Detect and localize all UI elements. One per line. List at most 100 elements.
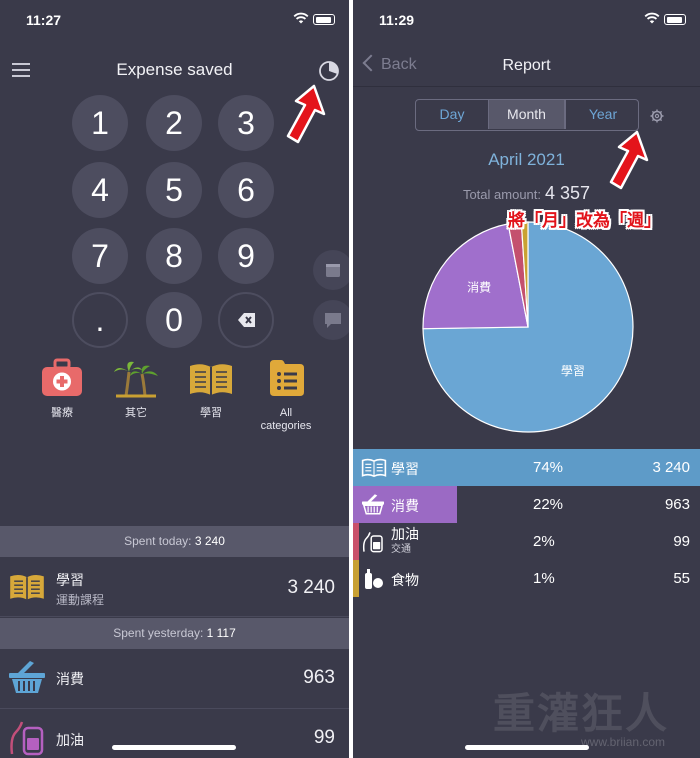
category-other[interactable]: 其它 — [101, 358, 171, 420]
entry-amount: 963 — [303, 667, 335, 688]
list-item[interactable]: 學習 運動課程 3 240 — [0, 557, 349, 617]
pie-chart-icon[interactable] — [318, 60, 340, 82]
home-indicator[interactable] — [112, 745, 236, 750]
row-percent: 22% — [533, 496, 564, 513]
entry-name: 消費 — [56, 671, 84, 687]
key-6[interactable]: 6 — [218, 162, 274, 218]
shopping-basket-icon — [9, 661, 45, 693]
watermark-url: www.briian.com — [581, 735, 666, 749]
list-item[interactable]: 加油 99 — [0, 710, 349, 758]
expense-screen: 11:27 Expense saved 1 2 3 4 5 6 7 8 9 . … — [0, 0, 349, 758]
category-all[interactable]: All categories — [251, 358, 321, 433]
share-bar — [353, 523, 359, 560]
row-name-text: 加油 — [391, 526, 419, 542]
wifi-icon — [293, 12, 309, 24]
key-5[interactable]: 5 — [146, 162, 202, 218]
category-study[interactable]: 學習 — [176, 358, 246, 420]
key-0[interactable]: 0 — [146, 292, 202, 348]
status-bar: 11:29 — [353, 0, 700, 40]
row-percent: 74% — [533, 459, 564, 476]
pie-slice-label: 學習 — [561, 364, 585, 378]
battery-icon — [664, 14, 686, 25]
row-name: 學習 — [391, 461, 419, 477]
row-name: 加油 交通 — [391, 527, 419, 557]
entry-name: 學習 — [56, 572, 84, 588]
key-1[interactable]: 1 — [72, 95, 128, 151]
spent-yesterday-label: Spent yesterday: — [113, 626, 204, 640]
spent-today-label: Spent today: — [124, 534, 192, 548]
page-title: Expense saved — [116, 60, 233, 79]
status-bar: 11:27 — [0, 0, 349, 40]
calendar-button[interactable] — [313, 250, 349, 290]
header-divider — [353, 86, 700, 87]
tab-year[interactable]: Year — [566, 100, 638, 129]
category-medical[interactable]: 醫療 — [27, 358, 97, 420]
total-amount-label: Total amount: — [462, 187, 541, 202]
row-percent: 1% — [533, 570, 555, 587]
report-row[interactable]: 食物 1% 55 — [353, 560, 700, 597]
open-book-icon — [10, 574, 44, 600]
entry-subcategory: 運動課程 — [56, 593, 105, 607]
key-2[interactable]: 2 — [146, 95, 202, 151]
category-label: All categories — [260, 407, 312, 432]
gas-pump-icon — [10, 721, 44, 756]
row-name: 消費 — [391, 498, 419, 514]
page-title: Report — [502, 57, 551, 74]
key-decimal[interactable]: . — [72, 292, 128, 348]
open-book-icon — [190, 364, 232, 395]
entry-name: 加油 — [56, 732, 84, 748]
row-name: 食物 — [391, 572, 419, 588]
wifi-icon — [644, 12, 660, 24]
pie-chart[interactable]: 學習 消費 — [413, 212, 643, 442]
calendar-icon — [326, 264, 340, 277]
category-label: 學習 — [200, 407, 222, 419]
comment-icon — [325, 313, 341, 328]
list-item[interactable]: 消費 963 — [0, 649, 349, 709]
row-value: 99 — [673, 533, 690, 550]
annotation-text: 將「月」改為「週」 — [508, 211, 661, 231]
report-screen: 11:29 Back Report Day Month Year April 2… — [353, 0, 700, 758]
row-value: 55 — [673, 570, 690, 587]
spent-yesterday-bar: Spent yesterday: 1 117 — [0, 618, 349, 649]
status-time: 11:29 — [379, 12, 415, 28]
battery-icon — [313, 14, 335, 25]
list-icon — [270, 360, 304, 396]
period-segmented-control: Day Month Year — [415, 99, 639, 131]
tab-day[interactable]: Day — [416, 100, 488, 129]
row-subcategory: 交通 — [391, 544, 411, 555]
report-row[interactable]: 加油交通 2% 99 — [353, 523, 700, 560]
share-bar — [353, 560, 359, 597]
entry-amount: 3 240 — [287, 577, 335, 598]
watermark-logo: 重灌狂人 — [493, 689, 670, 738]
key-3[interactable]: 3 — [218, 95, 274, 151]
report-row[interactable]: 消費 22% 963 — [353, 486, 700, 523]
medical-kit-icon — [42, 358, 82, 396]
shopping-basket-icon — [362, 494, 384, 515]
food-icon — [365, 569, 383, 589]
spent-yesterday-value: 1 117 — [206, 626, 236, 640]
status-time: 11:27 — [26, 12, 62, 28]
home-indicator[interactable] — [465, 745, 589, 750]
delete-key[interactable] — [218, 292, 274, 348]
key-8[interactable]: 8 — [146, 228, 202, 284]
key-7[interactable]: 7 — [72, 228, 128, 284]
entry-amount: 99 — [313, 727, 335, 748]
row-value: 3 240 — [652, 459, 690, 476]
key-9[interactable]: 9 — [218, 228, 274, 284]
gear-icon[interactable] — [650, 109, 664, 123]
pie-slice-label: 消費 — [467, 279, 491, 294]
category-label: 醫療 — [51, 407, 73, 419]
red-arrow-annotation — [609, 130, 649, 190]
category-label: 其它 — [125, 407, 147, 419]
comment-button[interactable] — [313, 300, 349, 340]
open-book-icon — [361, 458, 387, 478]
row-value: 963 — [664, 496, 690, 513]
report-row[interactable]: 學習 74% 3 240 — [353, 449, 700, 486]
backspace-icon — [238, 313, 255, 327]
palm-trees-icon — [114, 361, 158, 398]
tab-month[interactable]: Month — [489, 100, 564, 129]
red-arrow-annotation — [286, 84, 326, 144]
key-4[interactable]: 4 — [72, 162, 128, 218]
row-percent: 2% — [533, 533, 555, 550]
spent-today-value: 3 240 — [194, 534, 225, 548]
